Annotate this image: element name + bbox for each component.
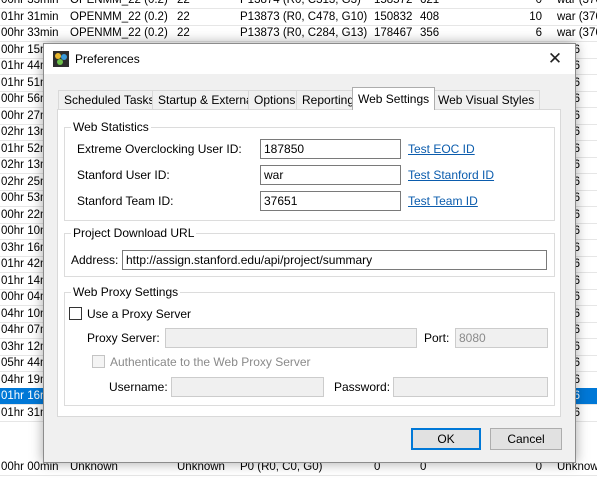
web-statistics-group: Web Statistics Extreme Overclocking User…: [64, 120, 555, 221]
cancel-button[interactable]: Cancel: [490, 428, 562, 450]
table-cell: 356: [420, 27, 440, 39]
table-cell: 22: [177, 11, 190, 23]
table-cell: OPENMM_22 (0.2): [70, 11, 168, 23]
username-input[interactable]: [171, 377, 324, 397]
table-cell: 621: [420, 0, 440, 6]
eoc-id-input[interactable]: 187850: [260, 139, 401, 159]
project-download-title: Project Download URL: [71, 226, 197, 240]
use-proxy-label[interactable]: Use a Proxy Server: [87, 307, 191, 321]
table-row[interactable]: 01hr 31min OPENMM_22 (0.2) 22 P13873 (R0, C…: [0, 9, 597, 26]
table-cell: 0: [535, 0, 542, 6]
dialog-titlebar[interactable]: Preferences ✕: [44, 44, 575, 74]
password-label: Password:: [334, 380, 391, 394]
table-cell: 01hr 31min: [1, 11, 59, 23]
web-statistics-title: Web Statistics: [71, 120, 151, 134]
table-cell: war (376: [557, 27, 597, 39]
authenticate-checkbox[interactable]: [92, 355, 105, 368]
ok-button[interactable]: OK: [411, 428, 481, 450]
authenticate-label[interactable]: Authenticate to the Web Proxy Server: [110, 355, 311, 369]
stanford-user-id-label: Stanford User ID:: [77, 168, 170, 182]
tab-options[interactable]: Options: [248, 90, 302, 109]
table-cell: OPENMM_22 (0.2): [70, 0, 168, 6]
project-download-group: Project Download URL Address: http://ass…: [64, 226, 555, 277]
stanford-team-id-label: Stanford Team ID:: [77, 194, 174, 208]
table-cell: war (376: [557, 0, 597, 6]
port-label: Port:: [424, 331, 450, 345]
preferences-dialog: Preferences ✕ Scheduled Tasks Startup & …: [43, 43, 576, 463]
table-row[interactable]: 00hr 33min OPENMM_22 (0.2) 22 P13874 (R0, C…: [0, 0, 597, 9]
test-eoc-id-link[interactable]: Test EOC ID: [408, 142, 475, 156]
table-cell: 150832: [374, 11, 413, 23]
table-row[interactable]: 00hr 33min OPENMM_22 (0.2) 22 P13873 (R0, C…: [0, 25, 597, 42]
test-stanford-id-link[interactable]: Test Stanford ID: [408, 168, 494, 182]
tab-web-settings[interactable]: Web Settings: [352, 87, 436, 110]
table-cell: 22: [177, 27, 190, 39]
table-cell: 10: [529, 11, 542, 23]
web-settings-panel: Web Statistics Extreme Overclocking User…: [57, 109, 561, 417]
address-label: Address:: [71, 253, 119, 267]
address-input[interactable]: http://assign.stanford.edu/api/project/s…: [122, 250, 547, 270]
table-cell: 178467: [374, 27, 413, 39]
table-cell: P13874 (R0, C313, G3): [240, 0, 361, 6]
stanford-team-id-input[interactable]: 37651: [260, 191, 401, 211]
table-cell: 158572: [374, 0, 413, 6]
close-icon[interactable]: ✕: [543, 47, 567, 71]
web-proxy-title: Web Proxy Settings: [71, 285, 181, 299]
table-cell: war (376: [557, 11, 597, 23]
table-cell: P13873 (R0, C284, G13): [240, 27, 368, 39]
folding-app-icon: [53, 51, 69, 67]
password-input[interactable]: [393, 377, 548, 397]
table-cell: 00hr 33min: [1, 0, 59, 6]
use-proxy-checkbox[interactable]: [69, 307, 82, 320]
table-cell: 6: [535, 27, 542, 39]
proxy-server-label: Proxy Server:: [87, 331, 160, 345]
tab-web-visual-styles[interactable]: Web Visual Styles: [432, 90, 541, 109]
table-cell: OPENMM_22 (0.2): [70, 27, 168, 39]
test-team-id-link[interactable]: Test Team ID: [408, 194, 478, 208]
tab-startup-external[interactable]: Startup & External: [152, 90, 262, 109]
table-cell: 408: [420, 11, 440, 23]
tab-scheduled-tasks[interactable]: Scheduled Tasks: [58, 90, 161, 109]
table-cell: 22: [177, 0, 190, 6]
tab-reporting[interactable]: Reporting: [296, 90, 361, 109]
username-label: Username:: [109, 380, 168, 394]
dialog-title: Preferences: [75, 52, 140, 66]
proxy-server-input[interactable]: [165, 328, 417, 348]
stanford-user-id-input[interactable]: war: [260, 165, 401, 185]
web-proxy-group: Web Proxy Settings Use a Proxy Server Pr…: [64, 285, 555, 406]
port-input[interactable]: 8080: [455, 328, 548, 348]
table-cell: P13873 (R0, C478, G10): [240, 11, 368, 23]
eoc-id-label: Extreme Overclocking User ID:: [77, 142, 242, 156]
table-cell: 00hr 33min: [1, 27, 59, 39]
